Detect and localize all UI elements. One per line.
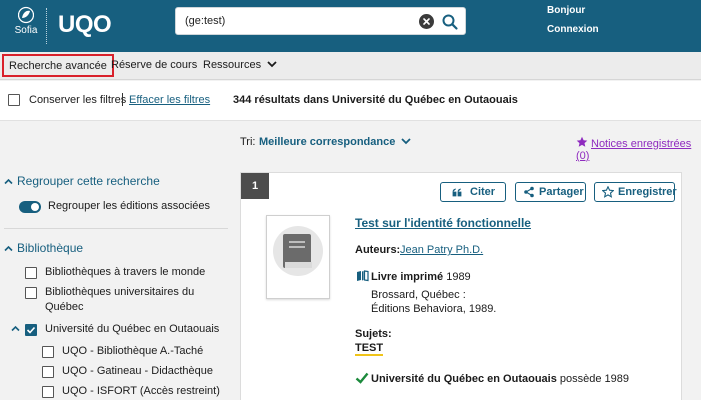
author-link[interactable]: Jean Patry Ph.D. bbox=[400, 244, 483, 256]
sort-label: Tri: bbox=[240, 136, 256, 148]
facet-checkbox-worldwide[interactable] bbox=[25, 267, 37, 279]
share-button[interactable]: Partager bbox=[515, 182, 586, 202]
clear-search-button[interactable] bbox=[419, 14, 434, 29]
keep-filters-label: Conserver les filtres bbox=[29, 94, 127, 106]
nav-resources-dropdown[interactable]: Ressources bbox=[203, 52, 277, 79]
top-header: Sofia UQO Bonjour Connexion bbox=[0, 0, 701, 52]
subjects-label: Sujets: bbox=[355, 328, 392, 340]
format-info: Livre imprimé 1989 bbox=[371, 271, 471, 283]
search-input[interactable] bbox=[185, 13, 415, 29]
result-title-link[interactable]: Test sur l'identité fonctionnelle bbox=[355, 216, 531, 230]
share-label: Partager bbox=[539, 186, 584, 198]
chevron-up-icon bbox=[4, 178, 13, 185]
uqo-logo[interactable]: UQO bbox=[58, 11, 112, 39]
facet-label-uqo-didactheque: UQO - Gatineau - Didacthèque bbox=[62, 365, 214, 377]
save-record-button[interactable]: Enregistrer bbox=[594, 182, 677, 202]
header-divider bbox=[46, 8, 47, 44]
nav-course-reserve[interactable]: Réserve de cours bbox=[111, 52, 197, 79]
subject-link[interactable]: TEST bbox=[355, 342, 384, 356]
sofia-logo[interactable]: Sofia bbox=[8, 6, 44, 36]
holding-info: Université du Québec en Outaouais possèd… bbox=[371, 373, 629, 385]
group-section-toggle[interactable]: Regrouper cette recherche bbox=[4, 174, 160, 188]
search-icon bbox=[442, 14, 458, 30]
facet-checkbox-uqo-didactheque[interactable] bbox=[42, 366, 54, 378]
close-icon bbox=[423, 18, 430, 25]
authors-label: Auteurs: bbox=[355, 244, 401, 256]
result-card: 1 Citer Partager Enregistrer Test sur l'… bbox=[240, 172, 682, 400]
star-icon bbox=[576, 136, 588, 147]
sort-value: Meilleure correspondance bbox=[259, 136, 396, 148]
facet-checkbox-quebec-universities[interactable] bbox=[25, 287, 37, 299]
saved-records-label: Notices enregistrées (0) bbox=[576, 138, 692, 162]
available-check-icon bbox=[355, 372, 369, 384]
login-link[interactable]: Connexion bbox=[547, 24, 599, 35]
checkmark-icon bbox=[26, 326, 36, 334]
star-outline-icon bbox=[602, 186, 614, 198]
facet-label-quebec-universities-cont: Québec bbox=[45, 301, 84, 313]
group-section-title: Regrouper cette recherche bbox=[17, 174, 160, 188]
format-year: 1989 bbox=[446, 271, 471, 283]
search-button[interactable] bbox=[440, 12, 460, 32]
book-icon bbox=[283, 234, 312, 268]
sofia-leaf-icon bbox=[18, 6, 34, 24]
chevron-up-icon[interactable] bbox=[11, 325, 20, 332]
clear-filters-link[interactable]: Effacer les filtres bbox=[129, 94, 210, 106]
chevron-down-icon bbox=[267, 61, 277, 68]
filter-bar: Conserver les filtres Effacer les filtre… bbox=[0, 81, 701, 121]
results-count: 344 résultats dans Université du Québec … bbox=[233, 94, 518, 106]
filter-separator bbox=[122, 93, 123, 106]
group-editions-label: Regrouper les éditions associées bbox=[48, 200, 211, 212]
holding-library: Université du Québec en Outaouais bbox=[371, 373, 557, 385]
library-section-toggle[interactable]: Bibliothèque bbox=[4, 241, 83, 255]
save-record-label: Enregistrer bbox=[618, 186, 677, 198]
facet-label-worldwide: Bibliothèques à travers le monde bbox=[45, 266, 206, 278]
result-number: 1 bbox=[241, 173, 269, 199]
facet-label-uqo-tache: UQO - Bibliothèque A.-Taché bbox=[62, 345, 204, 357]
printed-book-icon bbox=[357, 270, 369, 282]
search-box bbox=[175, 7, 466, 35]
facet-label-uqo-isfort: UQO - ISFORT (Accès restreint) bbox=[62, 385, 220, 397]
facet-label-uqo: Université du Québec en Outaouais bbox=[45, 323, 220, 335]
facet-label-quebec-universities: Bibliothèques universitaires du bbox=[45, 286, 195, 298]
facet-checkbox-uqo[interactable] bbox=[25, 324, 37, 336]
publication-place: Brossard, Québec : bbox=[371, 289, 466, 301]
saved-records-link[interactable]: Notices enregistrées (0) bbox=[576, 136, 701, 162]
chevron-down-icon bbox=[401, 138, 412, 145]
facet-checkbox-uqo-tache[interactable] bbox=[42, 346, 54, 358]
cite-button[interactable]: Citer bbox=[440, 182, 506, 202]
quote-icon bbox=[452, 188, 462, 197]
chevron-up-icon bbox=[4, 245, 13, 252]
publisher: Éditions Behaviora, 1989. bbox=[371, 303, 497, 315]
nav-advanced-search[interactable]: Recherche avancée bbox=[2, 54, 114, 77]
nav-resources-label: Ressources bbox=[203, 59, 262, 71]
sidebar-divider bbox=[4, 228, 228, 229]
group-editions-toggle[interactable] bbox=[19, 201, 41, 213]
secondary-nav: Recherche avancée Réserve de cours Resso… bbox=[0, 52, 701, 80]
sort-dropdown[interactable]: Meilleure correspondance bbox=[259, 136, 412, 148]
format-type: Livre imprimé bbox=[371, 271, 444, 283]
keep-filters-checkbox[interactable] bbox=[8, 94, 20, 106]
share-icon bbox=[524, 186, 534, 198]
holding-text: possède 1989 bbox=[556, 373, 629, 385]
cite-label: Citer bbox=[470, 186, 496, 198]
sofia-label: Sofia bbox=[14, 25, 38, 36]
facet-checkbox-uqo-isfort[interactable] bbox=[42, 386, 54, 398]
library-section-title: Bibliothèque bbox=[17, 241, 84, 255]
greeting-text: Bonjour bbox=[547, 5, 586, 16]
facet-sidebar: Regrouper cette recherche Regrouper les … bbox=[0, 122, 235, 400]
book-cover-placeholder[interactable] bbox=[266, 215, 330, 299]
